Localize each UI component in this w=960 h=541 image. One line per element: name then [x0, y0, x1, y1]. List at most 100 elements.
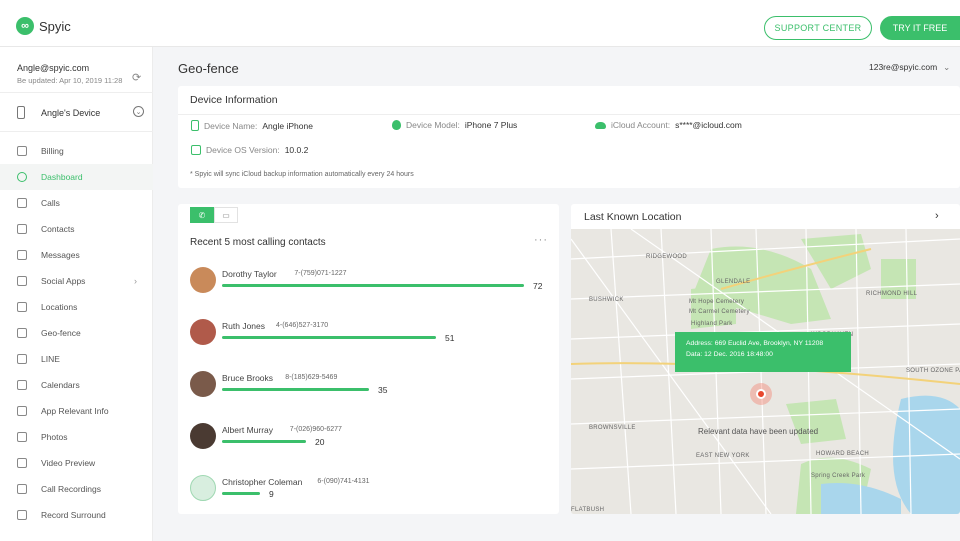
- sidebar-item-label: Contacts: [41, 224, 75, 234]
- map-label: Mt Carmel Cemetery: [689, 309, 750, 315]
- sidebar-item-billing[interactable]: Billing: [0, 138, 153, 164]
- support-center-button[interactable]: SUPPORT CENTER: [764, 16, 872, 40]
- sidebar-item-label: Calendars: [41, 380, 80, 390]
- sidebar-item-label: Calls: [41, 198, 60, 208]
- chevron-down-icon[interactable]: ⌄: [133, 106, 144, 117]
- sidebar-item-locations[interactable]: Locations: [0, 294, 153, 320]
- sidebar-item-contacts[interactable]: Contacts: [0, 216, 153, 242]
- map-label: GLENDALE: [716, 279, 751, 285]
- list-item[interactable]: Ruth Jones 4-(646)527-3170 51: [190, 319, 550, 349]
- contact-phone: 4-(646)527-3170: [276, 322, 329, 329]
- avatar: [190, 319, 216, 345]
- logo[interactable]: ∞ Spyic: [16, 17, 71, 35]
- sidebar-item-social-apps[interactable]: Social Apps ›: [0, 268, 153, 294]
- address-text: Address: 669 Euclid Ave, Brooklyn, NY 11…: [686, 340, 824, 347]
- sidebar-item-line[interactable]: LINE: [0, 346, 153, 372]
- list-item[interactable]: Christopher Coleman 6-(090)741-4131 9: [190, 475, 550, 505]
- sidebar-item-calendars[interactable]: Calendars: [0, 372, 153, 398]
- sidebar-item-label: Record Surround: [41, 510, 106, 520]
- contact-phone: 7-(759)071-1227: [294, 270, 347, 277]
- card-title: Recent 5 most calling contacts: [190, 237, 326, 248]
- sidebar-item-label: Photos: [41, 432, 68, 442]
- message-icon: [17, 250, 27, 260]
- map-label: RIDGEWOOD: [646, 254, 688, 260]
- icloud-account-label: iCloud Account:: [611, 120, 671, 130]
- sidebar-item-video-preview[interactable]: Video Preview: [0, 450, 153, 476]
- refresh-icon[interactable]: ⟳: [132, 71, 141, 84]
- list-item[interactable]: Albert Murray 7-(026)960-6277 20: [190, 423, 550, 453]
- device-model-label: Device Model:: [406, 120, 460, 130]
- sidebar-item-label: Billing: [41, 146, 64, 156]
- contact-phone: 8-(185)629-5469: [285, 374, 338, 381]
- os-version-value: 10.0.2: [284, 145, 309, 155]
- location-icon: [17, 302, 27, 312]
- map-label: Mt Hope Cemetery: [689, 299, 745, 305]
- sidebar-item-call-recordings[interactable]: Call Recordings: [0, 476, 153, 502]
- sidebar-item-dashboard[interactable]: Dashboard: [0, 164, 153, 190]
- sidebar-item-label: LINE: [41, 354, 60, 364]
- divider: [0, 92, 153, 93]
- map-label: FLATBUSH: [571, 507, 605, 513]
- last-known-location-card: Last Known Location › RIDGEWOOD GLENDALE…: [571, 204, 960, 514]
- device-name-value: Angle iPhone: [262, 120, 313, 131]
- map-status-message: Relevant data have been updated: [698, 427, 819, 436]
- page-title: Geo-fence: [178, 61, 239, 76]
- sidebar-item-calls[interactable]: Calls: [0, 190, 153, 216]
- video-icon: [17, 458, 27, 468]
- device-information-card: Device Information Device Name: Angle iP…: [178, 86, 960, 188]
- smartphone-icon: [17, 106, 25, 119]
- list-item[interactable]: Bruce Brooks 8-(185)629-5469 35: [190, 371, 550, 401]
- call-count: 72: [533, 281, 543, 291]
- sidebar-item-label: Social Apps: [41, 276, 86, 286]
- device-model-row: Device Model: iPhone 7 Plus: [392, 120, 517, 130]
- device-selector[interactable]: Angle's Device: [17, 106, 100, 119]
- try-it-free-button[interactable]: TRY IT FREE: [880, 16, 960, 40]
- contact-name: Ruth Jones: [222, 321, 265, 331]
- record-icon: [17, 510, 27, 520]
- tab-messages[interactable]: ▭: [214, 207, 238, 223]
- sidebar-item-messages[interactable]: Messages: [0, 242, 153, 268]
- call-count: 51: [445, 333, 455, 343]
- os-version-row: Device OS Version: 10.0.2: [191, 145, 308, 155]
- list-item[interactable]: Dorothy Taylor 7-(759)071-1227 72: [190, 267, 550, 297]
- chevron-down-icon: ⌄: [943, 62, 951, 72]
- billing-icon: [17, 146, 27, 156]
- map[interactable]: RIDGEWOOD GLENDALE BUSHWICK Mt Hope Cemeter…: [571, 229, 960, 514]
- avatar: [190, 475, 216, 501]
- map-label: RICHMOND HILL: [866, 291, 918, 297]
- infinity-logo-icon: ∞: [16, 17, 34, 35]
- phone-icon: ✆: [198, 210, 206, 220]
- avatar: [190, 267, 216, 293]
- location-pin-icon[interactable]: [750, 383, 772, 405]
- sidebar-item-geo-fence[interactable]: Geo-fence: [0, 320, 153, 346]
- logo-text: Spyic: [39, 18, 71, 34]
- more-options-icon[interactable]: ···: [534, 234, 548, 246]
- contact-name: Albert Murray: [222, 425, 274, 435]
- icloud-account-value: s****@icloud.com: [675, 120, 742, 130]
- call-count: 9: [269, 489, 274, 499]
- apple-icon: [392, 120, 401, 130]
- chevron-right-icon[interactable]: ›: [935, 210, 939, 222]
- map-label: SOUTH OZONE PARK: [906, 368, 960, 374]
- sidebar-item-label: Locations: [41, 302, 78, 312]
- last-updated-text: Be updated: Apr 10, 2019 11:28: [17, 76, 123, 85]
- top-bar: ∞ Spyic SUPPORT CENTER TRY IT FREE: [0, 0, 960, 47]
- call-count-bar: [222, 492, 260, 495]
- chat-icon: [17, 276, 27, 286]
- tab-calls[interactable]: ✆: [190, 207, 214, 223]
- map-label: EAST NEW YORK: [696, 453, 750, 459]
- sidebar-item-photos[interactable]: Photos: [0, 424, 153, 450]
- sidebar-item-record-surround[interactable]: Record Surround: [0, 502, 153, 528]
- map-label: Highland Park: [691, 321, 733, 327]
- icloud-account-row: iCloud Account: s****@icloud.com: [595, 120, 742, 130]
- smartphone-icon: [191, 120, 199, 131]
- device-model-value: iPhone 7 Plus: [464, 120, 518, 130]
- account-dropdown[interactable]: 123re@spyic.com ⌄: [869, 62, 950, 73]
- call-count: 20: [315, 437, 325, 447]
- call-count: 35: [378, 385, 388, 395]
- call-count-bar: [222, 336, 436, 339]
- sidebar-item-app-relevant-info[interactable]: App Relevant Info: [0, 398, 153, 424]
- device-name: Angle's Device: [41, 107, 101, 118]
- contact-name: Dorothy Taylor: [222, 269, 277, 279]
- map-label: BUSHWICK: [589, 297, 624, 303]
